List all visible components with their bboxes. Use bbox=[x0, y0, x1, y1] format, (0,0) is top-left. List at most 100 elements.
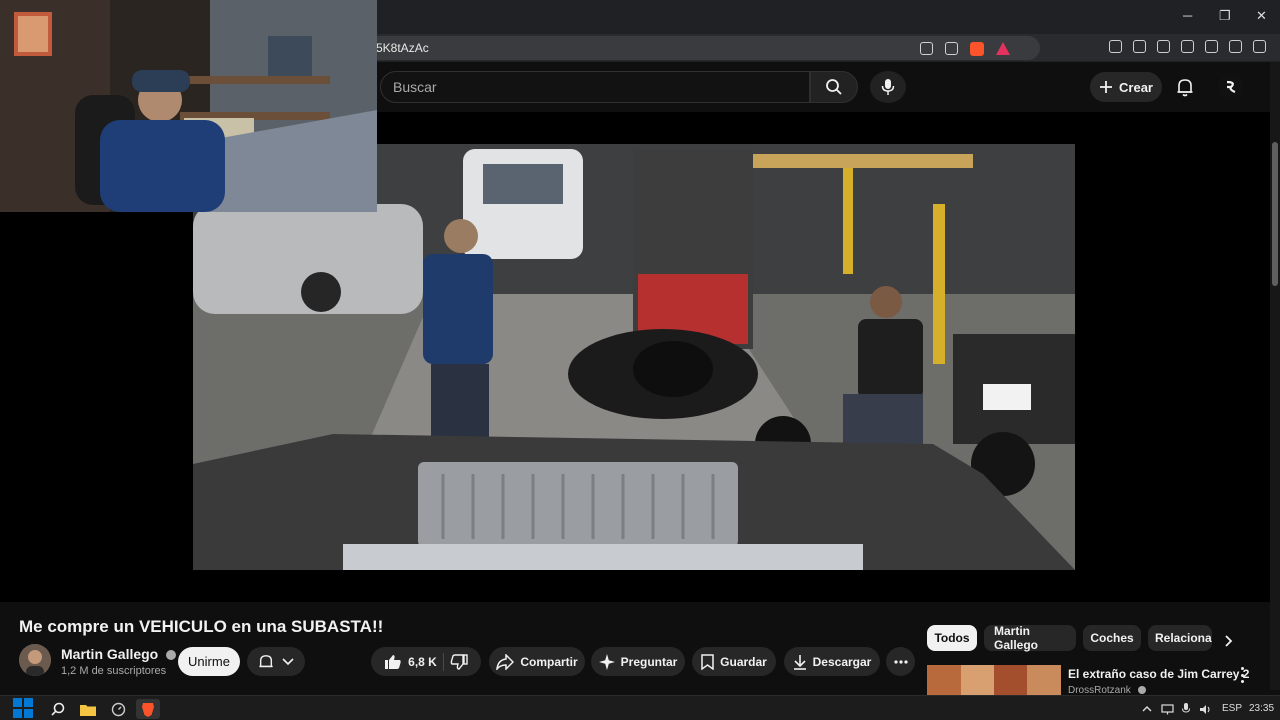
chevron-right-icon bbox=[1225, 635, 1233, 647]
brave-rewards-icon[interactable] bbox=[996, 42, 1010, 55]
like-dislike-group: 6,8 K bbox=[371, 647, 481, 676]
ask-label: Preguntar bbox=[620, 654, 678, 669]
thumbs-up-icon[interactable] bbox=[384, 654, 402, 670]
channel-avatar-image bbox=[19, 644, 51, 676]
screen: ─ ❐ ✕ 5K8tAzAc Buscar Crear Me compre un… bbox=[0, 0, 1280, 720]
share-page-icon[interactable] bbox=[945, 42, 958, 55]
microphone-icon bbox=[1182, 703, 1190, 713]
maximize-button[interactable]: ❐ bbox=[1219, 8, 1231, 24]
chevron-down-icon bbox=[282, 657, 294, 665]
url-field[interactable]: 5K8tAzAc bbox=[360, 36, 1040, 60]
share-button[interactable]: Compartir bbox=[489, 647, 585, 676]
subscription-notifications-button[interactable] bbox=[247, 647, 305, 676]
folder-icon bbox=[80, 704, 96, 716]
speaker-icon bbox=[1199, 704, 1210, 714]
sparkle-icon bbox=[598, 653, 615, 670]
plus-icon bbox=[1100, 81, 1113, 93]
scrollbar-thumb[interactable] bbox=[1272, 142, 1278, 286]
network-icon[interactable] bbox=[1159, 699, 1175, 719]
thumbs-down-icon[interactable] bbox=[450, 653, 468, 670]
taskbar-file-explorer[interactable] bbox=[78, 699, 98, 719]
media-icon[interactable] bbox=[1133, 40, 1146, 53]
windows-start-button[interactable] bbox=[12, 697, 34, 719]
search-box bbox=[380, 71, 810, 103]
menu-icon[interactable] bbox=[1253, 40, 1266, 53]
chip-martin-gallego[interactable]: Martin Gallego bbox=[984, 624, 1076, 652]
like-divider bbox=[442, 652, 444, 671]
taskbar-brave-browser[interactable] bbox=[136, 699, 160, 719]
microphone-tray-icon[interactable] bbox=[1178, 699, 1194, 719]
voice-search-button[interactable] bbox=[870, 71, 906, 103]
bell-icon bbox=[1177, 79, 1193, 97]
system-clock[interactable]: 23:35 bbox=[1249, 703, 1274, 714]
video-title: Me compre un VEHICULO en una SUBASTA!! bbox=[19, 617, 384, 636]
chevron-up-icon bbox=[1142, 706, 1152, 712]
windows-logo-icon bbox=[13, 698, 33, 718]
microphone-icon bbox=[881, 79, 895, 95]
channel-avatar[interactable] bbox=[19, 644, 51, 676]
taskbar-search-button[interactable] bbox=[48, 699, 68, 719]
share-label: Compartir bbox=[520, 654, 578, 669]
brave-lion-icon bbox=[142, 702, 154, 717]
verified-icon bbox=[1137, 686, 1146, 695]
input-language[interactable]: ESP bbox=[1222, 703, 1242, 714]
more-horizontal-icon bbox=[893, 659, 908, 664]
save-label: Guardar bbox=[720, 654, 767, 669]
page-scrollbar[interactable] bbox=[1270, 62, 1280, 690]
url-actions bbox=[920, 42, 1010, 56]
share-arrow-icon bbox=[496, 653, 515, 670]
create-button[interactable]: Crear bbox=[1090, 72, 1162, 102]
wallet-icon[interactable] bbox=[1181, 40, 1194, 53]
webcam-overlay bbox=[0, 0, 377, 212]
ask-button[interactable]: Preguntar bbox=[591, 647, 685, 676]
leo-ai-icon[interactable] bbox=[1205, 40, 1218, 53]
save-button[interactable]: Guardar bbox=[692, 647, 776, 676]
search-button[interactable] bbox=[810, 71, 858, 103]
monitor-network-icon bbox=[1160, 703, 1174, 714]
clock-icon bbox=[111, 702, 125, 716]
brave-shields-icon[interactable] bbox=[970, 42, 984, 56]
taskbar-app-clock[interactable] bbox=[108, 699, 128, 719]
download-button[interactable]: Descargar bbox=[784, 647, 880, 676]
search-icon bbox=[51, 702, 65, 716]
tray-overflow-icon[interactable] bbox=[1140, 699, 1154, 719]
notifications-button[interactable] bbox=[1172, 74, 1198, 100]
recommended-thumbnail-image bbox=[927, 665, 1061, 695]
chips-next-button[interactable] bbox=[1218, 630, 1240, 652]
dot-icon bbox=[1240, 680, 1244, 683]
windows-taskbar: ESP 23:35 bbox=[0, 695, 1280, 720]
recommended-menu-button[interactable] bbox=[1236, 667, 1248, 683]
user-logo-icon bbox=[1226, 80, 1236, 94]
download-label: Descargar bbox=[812, 654, 872, 669]
install-app-icon[interactable] bbox=[920, 42, 933, 55]
browser-toolbar-icons bbox=[1109, 40, 1266, 53]
verified-icon bbox=[166, 650, 177, 661]
subscriber-count: 1,2 M de suscriptores bbox=[61, 665, 167, 677]
minimize-button[interactable]: ─ bbox=[1183, 8, 1192, 23]
close-window-button[interactable]: ✕ bbox=[1256, 8, 1267, 24]
recommended-title[interactable]: El extraño caso de Jim Carrey 2 bbox=[1068, 667, 1249, 681]
webcam-feed bbox=[0, 0, 377, 212]
search-icon bbox=[826, 79, 842, 95]
chip-relacionados[interactable]: Relaciona bbox=[1148, 625, 1212, 651]
reader-mode-icon[interactable] bbox=[1109, 40, 1122, 53]
sidebar-toggle-icon[interactable] bbox=[1157, 40, 1170, 53]
join-button[interactable]: Unirme bbox=[178, 647, 240, 676]
download-icon bbox=[793, 654, 806, 670]
channel-name-text: Martin Gallego bbox=[61, 646, 159, 662]
dot-icon bbox=[1240, 667, 1244, 670]
url-text: 5K8tAzAc bbox=[376, 41, 429, 55]
search-input[interactable] bbox=[381, 72, 809, 102]
vpn-shield-icon[interactable] bbox=[1229, 40, 1242, 53]
chip-todos[interactable]: Todos bbox=[927, 625, 977, 651]
more-actions-button[interactable] bbox=[886, 647, 915, 676]
bookmark-icon bbox=[701, 653, 714, 670]
recommended-thumbnail[interactable] bbox=[927, 665, 1061, 695]
like-count[interactable]: 6,8 K bbox=[408, 655, 437, 669]
account-avatar[interactable] bbox=[1218, 74, 1244, 100]
channel-name[interactable]: Martin Gallego bbox=[61, 646, 177, 662]
chip-coches[interactable]: Coches bbox=[1083, 625, 1141, 651]
dot-icon bbox=[1240, 673, 1244, 677]
bell-icon bbox=[259, 654, 273, 667]
volume-icon[interactable] bbox=[1196, 699, 1214, 719]
